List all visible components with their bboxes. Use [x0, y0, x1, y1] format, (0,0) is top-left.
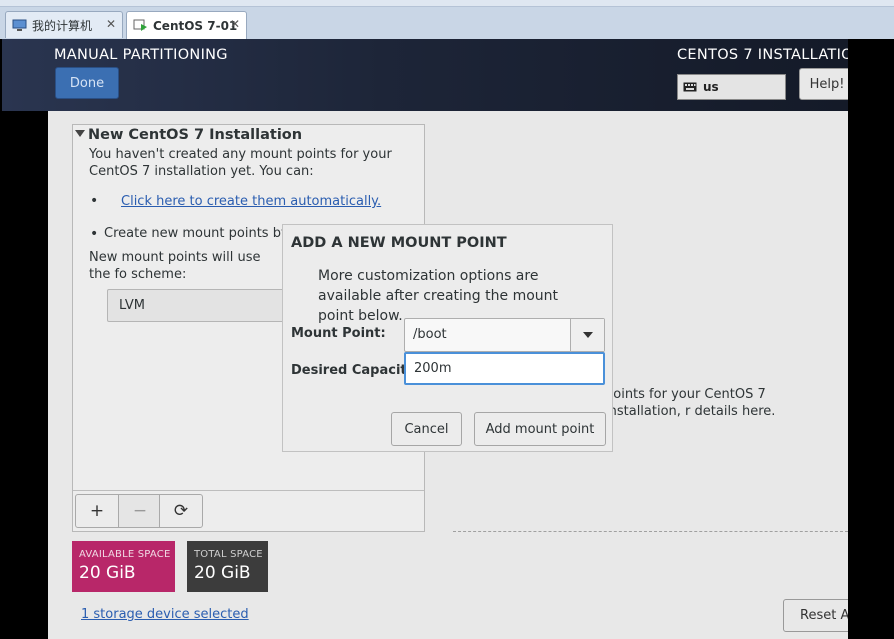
available-space-value: 20 GiB: [79, 563, 136, 583]
close-icon[interactable]: ✕: [106, 17, 116, 31]
keyboard-layout-indicator[interactable]: us: [677, 74, 786, 100]
installation-title[interactable]: New CentOS 7 Installation: [88, 127, 302, 143]
computer-icon: [12, 19, 27, 31]
bullet: •: [90, 193, 99, 209]
scheme-info-text: New mount points will use the fo scheme:: [89, 250, 261, 282]
add-mount-point-button[interactable]: +: [75, 494, 119, 528]
divider: [453, 531, 848, 532]
total-space-badge: TOTAL SPACE 20 GiB: [187, 541, 268, 592]
done-button[interactable]: Done: [55, 67, 119, 99]
add-mount-point-confirm-button[interactable]: Add mount point: [474, 412, 606, 446]
available-space-label: AVAILABLE SPACE: [79, 549, 171, 560]
help-button[interactable]: Help!: [799, 68, 848, 100]
product-title: CENTOS 7 INSTALLATIO: [677, 47, 848, 63]
left-black-margin: [2, 111, 48, 639]
total-space-label: TOTAL SPACE: [194, 549, 263, 560]
tab-label: CentOS 7-01: [153, 18, 238, 33]
add-mount-point-dialog: ADD A NEW MOUNT POINT More customization…: [282, 224, 613, 452]
storage-device-link[interactable]: 1 storage device selected: [81, 607, 249, 622]
desired-capacity-label: Desired Capacity:: [291, 363, 421, 378]
dialog-description: More customization options are available…: [318, 268, 559, 324]
host-toolbar-edge: [0, 0, 894, 7]
no-mount-points-info: You haven't created any mount points for…: [89, 147, 392, 179]
vm-border: [848, 39, 894, 639]
bullet: •: [90, 226, 99, 242]
refresh-icon[interactable]: ⟳: [159, 494, 203, 528]
dropdown-button[interactable]: [570, 319, 604, 351]
close-icon[interactable]: ✕: [230, 17, 240, 31]
keyboard-layout-label: us: [703, 80, 719, 94]
mount-point-label: Mount Point:: [291, 326, 386, 341]
desired-capacity-input[interactable]: [404, 352, 605, 385]
page-title: MANUAL PARTITIONING: [54, 47, 228, 63]
available-space-badge: AVAILABLE SPACE 20 GiB: [72, 541, 175, 592]
reset-all-button[interactable]: Reset Al: [783, 599, 848, 632]
vm-icon: [133, 19, 147, 31]
auto-create-link[interactable]: Click here to create them automatically.: [121, 194, 381, 209]
total-space-value: 20 GiB: [194, 563, 251, 583]
manual-create-text: Create new mount points by cl: [104, 226, 304, 241]
cancel-button[interactable]: Cancel: [391, 412, 462, 446]
partition-scheme-select[interactable]: LVM: [107, 289, 287, 322]
tab-centos-vm[interactable]: CentOS 7-01 ✕: [126, 11, 247, 39]
expander-arrow-icon[interactable]: [75, 130, 85, 137]
mount-point-combo[interactable]: /boot: [404, 318, 605, 352]
tab-my-computer[interactable]: 我的计算机 ✕: [5, 11, 123, 38]
mount-point-value[interactable]: /boot: [413, 327, 447, 342]
keyboard-icon: [683, 82, 697, 92]
dialog-title: ADD A NEW MOUNT POINT: [291, 235, 507, 251]
chevron-down-icon: [582, 332, 593, 338]
remove-mount-point-button[interactable]: −: [118, 494, 162, 528]
details-hint-text: points for your CentOS 7 installation, r…: [605, 387, 776, 419]
tab-label: 我的计算机: [32, 18, 93, 33]
